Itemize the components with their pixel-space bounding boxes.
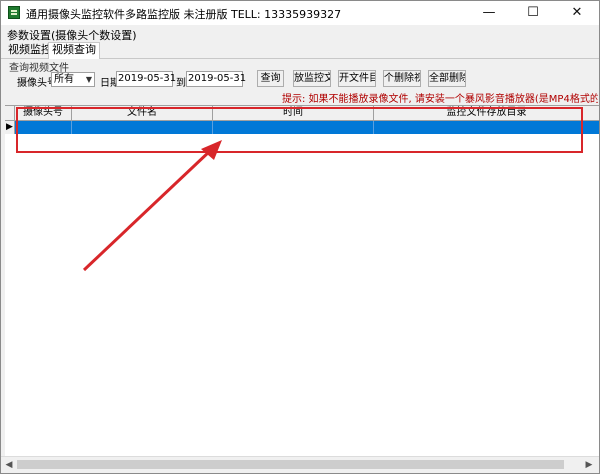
annotation-arrow-shaft	[82, 148, 213, 272]
annotation-arrow	[82, 140, 222, 272]
